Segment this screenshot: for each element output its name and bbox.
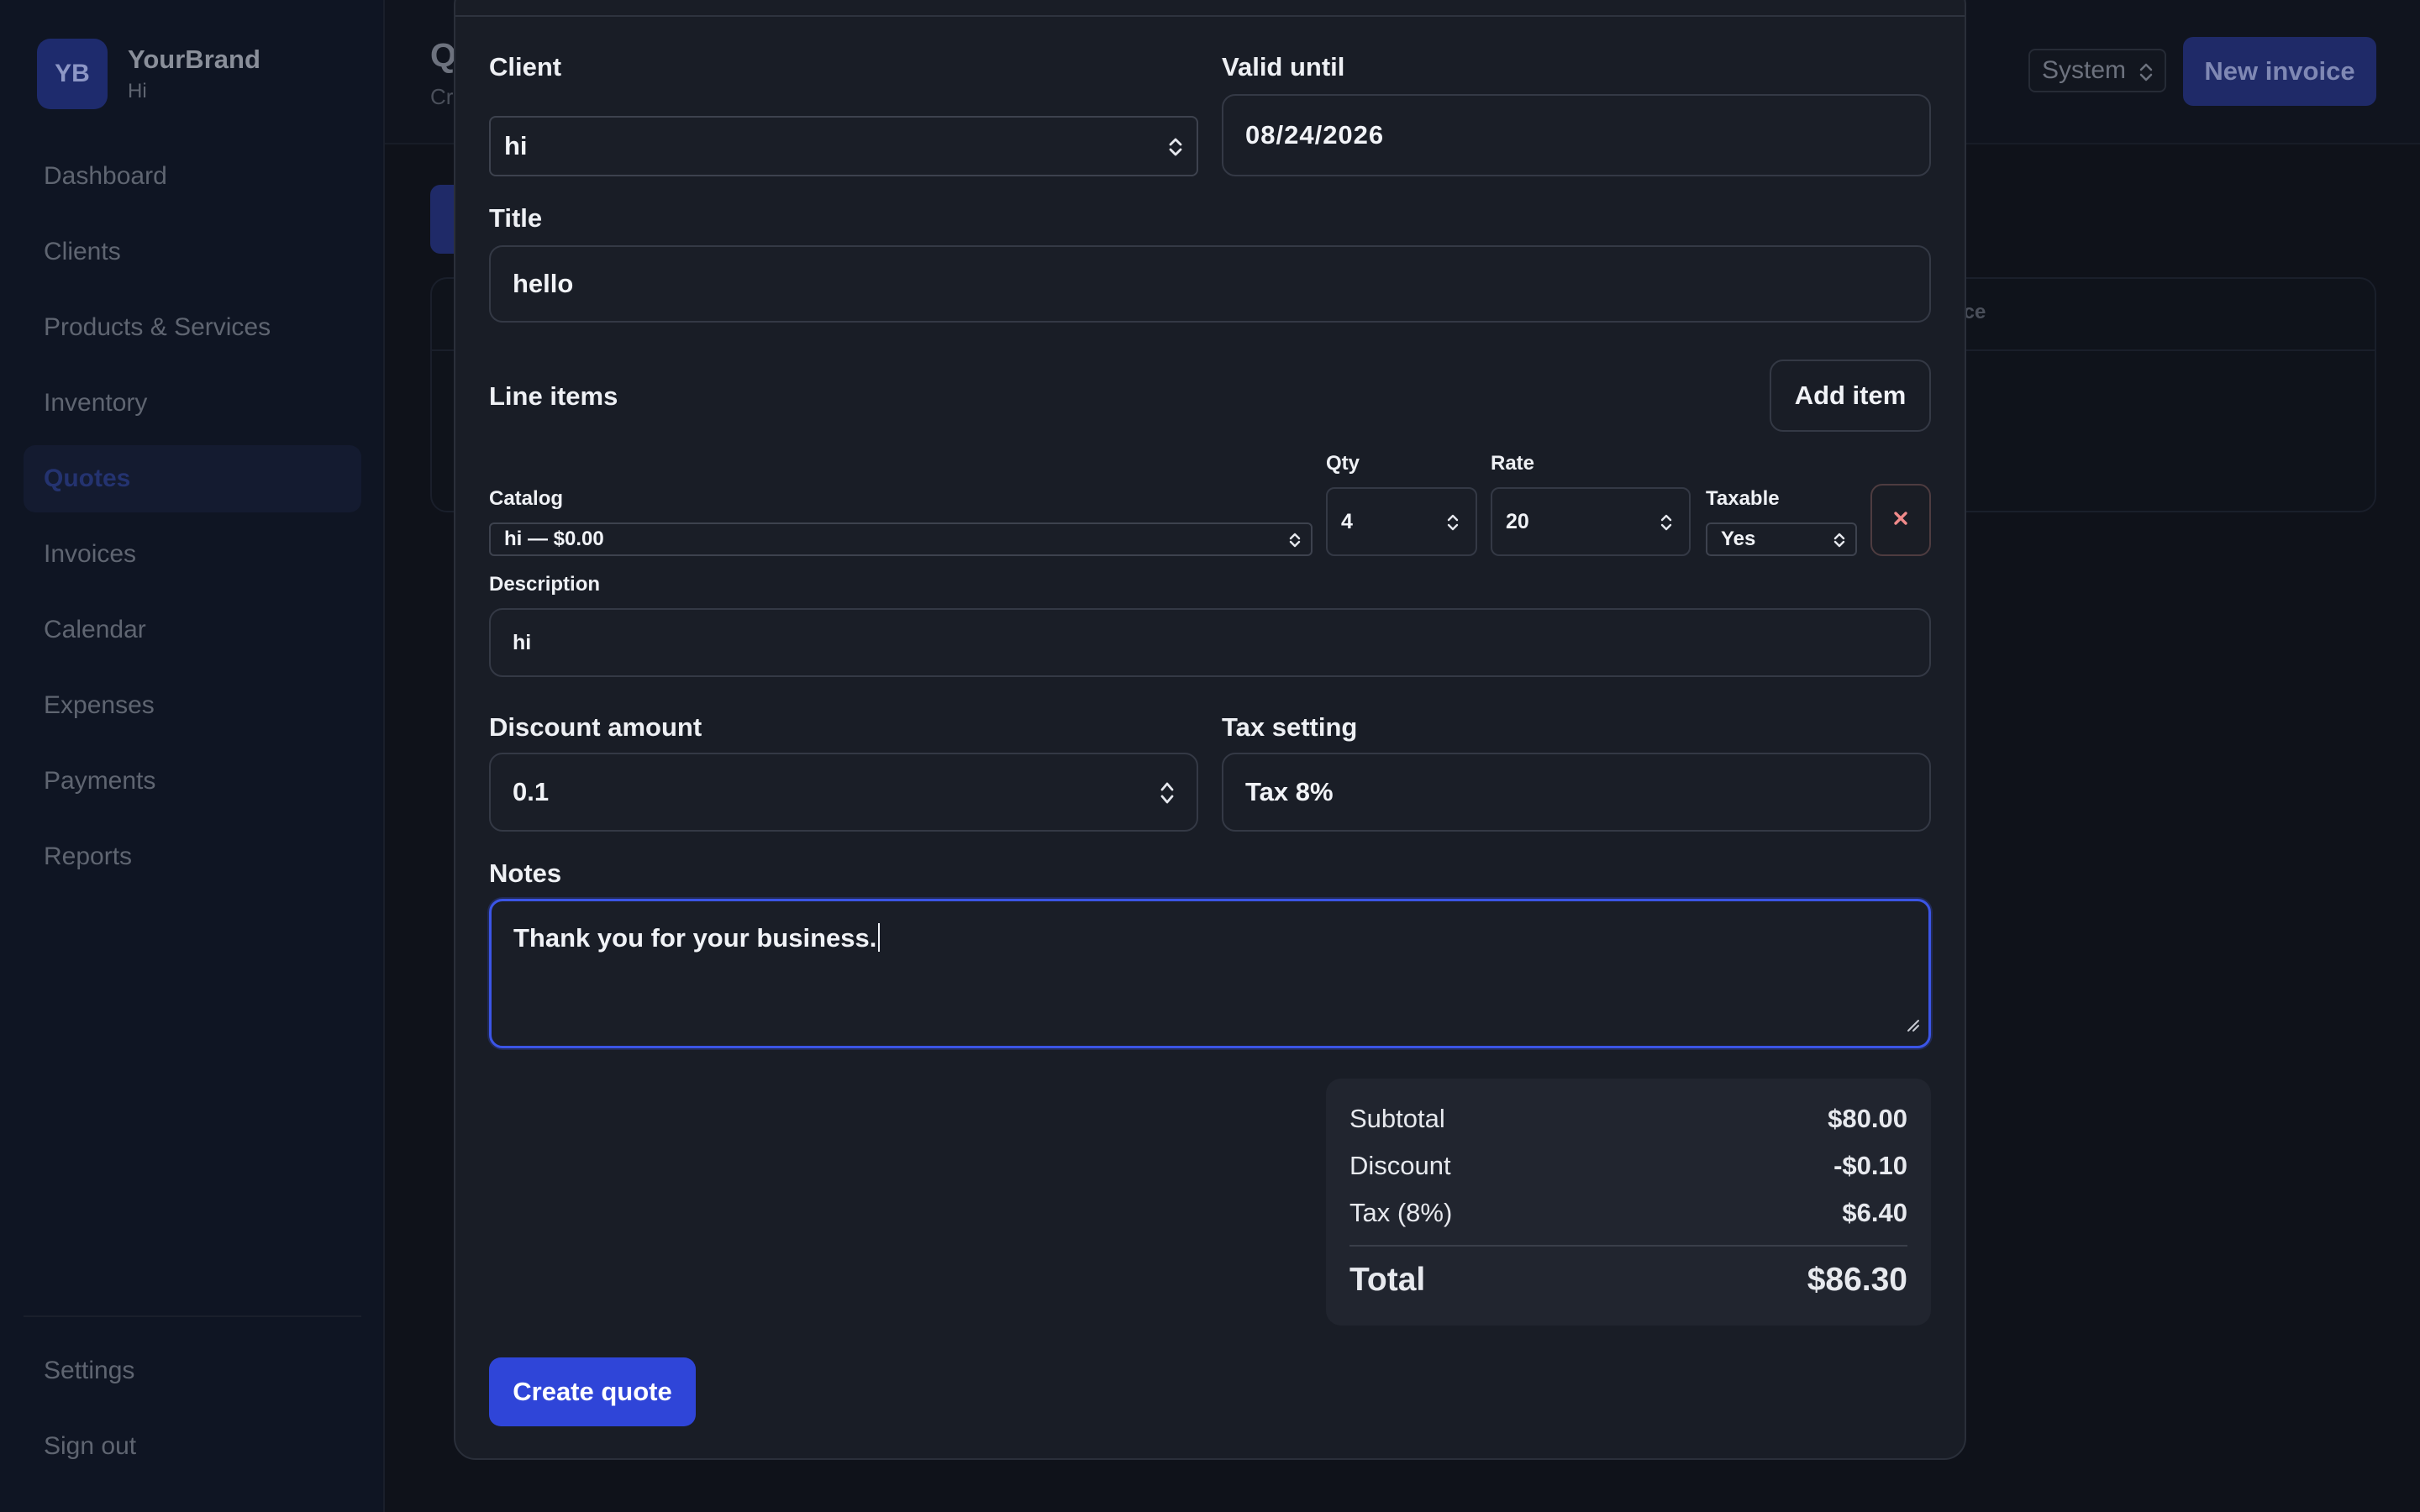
discount-amount-input[interactable]: 0.1 (489, 753, 1198, 832)
total-value: $86.30 (1807, 1262, 1907, 1298)
description-input[interactable]: hi (489, 608, 1931, 677)
updown-chevron-icon (1659, 511, 1674, 534)
totals-divider (1349, 1245, 1907, 1247)
catalog-label: Catalog (489, 487, 564, 510)
qty-value: 4 (1341, 509, 1353, 533)
brand-name: YourBrand (128, 45, 260, 74)
sidebar-item-sign-out[interactable]: Sign out (24, 1413, 361, 1480)
taxable-select-value: Yes (1721, 528, 1756, 550)
qty-input[interactable]: 4 (1326, 487, 1477, 556)
brand-subtitle: Hi (128, 80, 147, 102)
notes-label: Notes (489, 858, 562, 888)
discount-label: Discount (1349, 1151, 1451, 1180)
notes-value: Thank you for your business. (513, 923, 877, 953)
title-input[interactable]: hello (489, 245, 1931, 323)
create-quote-button[interactable]: Create quote (489, 1357, 696, 1426)
sidebar-item-dashboard[interactable]: Dashboard (24, 143, 361, 210)
notes-textarea[interactable]: Thank you for your business. (489, 899, 1931, 1048)
client-select[interactable]: hi (489, 116, 1198, 176)
tax-label: Tax (8%) (1349, 1198, 1453, 1227)
total-row: Total $86.30 (1349, 1262, 1907, 1299)
subtotal-row: Subtotal $80.00 (1349, 1104, 1907, 1134)
sidebar: YB YourBrand Hi Dashboard Clients Produc… (0, 0, 385, 1512)
resize-grip-icon[interactable] (1903, 1009, 1920, 1039)
sidebar-nav: Dashboard Clients Products & Services In… (24, 143, 361, 899)
title-label: Title (489, 203, 543, 233)
sidebar-item-invoices[interactable]: Invoices (24, 521, 361, 588)
sidebar-item-settings[interactable]: Settings (24, 1337, 361, 1404)
theme-select[interactable]: System (2028, 49, 2166, 92)
description-label: Description (489, 573, 601, 596)
catalog-select-value: hi — $0.00 (504, 528, 604, 550)
tax-value: $6.40 (1842, 1198, 1907, 1227)
page-title: Q (430, 37, 457, 74)
add-item-button[interactable]: Add item (1770, 360, 1931, 432)
discount-row: Discount -$0.10 (1349, 1151, 1907, 1181)
brand-avatar: YB (37, 39, 108, 109)
updown-chevron-icon (1166, 134, 1185, 160)
rate-label: Rate (1491, 452, 1535, 475)
updown-chevron-icon (1445, 511, 1460, 534)
remove-line-item-button[interactable] (1870, 484, 1931, 556)
sidebar-item-calendar[interactable]: Calendar (24, 596, 361, 664)
sidebar-item-clients[interactable]: Clients (24, 218, 361, 286)
valid-until-label: Valid until (1222, 52, 1345, 81)
discount-amount-value: 0.1 (513, 777, 550, 806)
subtotal-value: $80.00 (1828, 1104, 1907, 1133)
sidebar-item-payments[interactable]: Payments (24, 748, 361, 815)
client-label: Client (489, 52, 562, 81)
updown-chevron-icon (1287, 530, 1302, 550)
client-select-value: hi (504, 131, 528, 160)
close-icon (1892, 510, 1909, 531)
sidebar-item-products-services[interactable]: Products & Services (24, 294, 361, 361)
updown-chevron-icon (2138, 60, 2154, 84)
page-subtitle: Cr (430, 84, 454, 109)
tax-setting-label: Tax setting (1222, 712, 1358, 742)
totals-panel: Subtotal $80.00 Discount -$0.10 Tax (8%)… (1326, 1079, 1931, 1326)
theme-select-value: System (2042, 56, 2127, 84)
sidebar-item-inventory[interactable]: Inventory (24, 370, 361, 437)
line-items-heading: Line items (489, 381, 618, 411)
tax-row: Tax (8%) $6.40 (1349, 1198, 1907, 1228)
sidebar-item-reports[interactable]: Reports (24, 823, 361, 890)
valid-until-date-input[interactable]: 08/24/2026 (1222, 94, 1931, 176)
subtotal-label: Subtotal (1349, 1104, 1445, 1133)
sidebar-item-expenses[interactable]: Expenses (24, 672, 361, 739)
qty-label: Qty (1326, 452, 1360, 475)
sidebar-item-quotes[interactable]: Quotes (24, 445, 361, 512)
modal-header-divider (455, 15, 1965, 17)
rate-value: 20 (1506, 509, 1529, 533)
new-invoice-button[interactable]: New invoice (2183, 37, 2376, 106)
updown-chevron-icon (1832, 530, 1847, 550)
catalog-select[interactable]: hi — $0.00 (489, 522, 1313, 556)
discount-value: -$0.10 (1833, 1151, 1907, 1180)
sidebar-divider (24, 1315, 361, 1317)
taxable-select[interactable]: Yes (1706, 522, 1857, 556)
sidebar-bottom-nav: Settings Sign out (24, 1337, 361, 1488)
discount-amount-label: Discount amount (489, 712, 702, 742)
updown-chevron-icon (1158, 778, 1176, 808)
text-caret (878, 923, 881, 952)
rate-input[interactable]: 20 (1491, 487, 1691, 556)
brand: YB YourBrand Hi (37, 39, 260, 109)
tax-setting-field[interactable]: Tax 8% (1222, 753, 1931, 832)
taxable-label: Taxable (1706, 487, 1780, 510)
total-label: Total (1349, 1262, 1426, 1298)
